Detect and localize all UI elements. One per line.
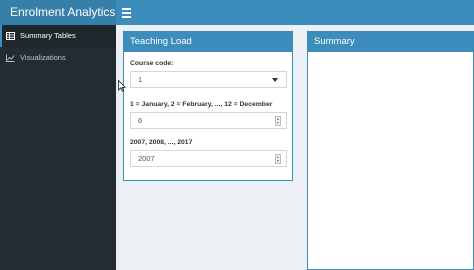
- caret-down-icon: [272, 78, 278, 82]
- sidebar-item-label: Summary Tables: [20, 31, 76, 40]
- year-value: 2007: [138, 154, 155, 163]
- month-label: 1 = January, 2 = February, ..., 12 = Dec…: [130, 101, 273, 108]
- line-chart-icon: [6, 54, 15, 62]
- summary-title: Summary: [308, 32, 473, 52]
- table-icon: [6, 32, 15, 40]
- course-code-value: 1: [138, 75, 143, 84]
- spinner-icon[interactable]: [275, 154, 281, 164]
- app-title: Enrolment Analytics: [0, 0, 116, 25]
- month-input[interactable]: 6: [130, 112, 287, 129]
- month-value: 6: [138, 116, 143, 125]
- year-input[interactable]: 2007: [130, 150, 287, 167]
- course-code-select[interactable]: 1: [130, 71, 287, 88]
- sidebar-item-summary-tables[interactable]: Summary Tables: [0, 25, 116, 47]
- top-navbar: [116, 0, 474, 25]
- spinner-icon[interactable]: [275, 116, 281, 126]
- teaching-load-box: Teaching Load Course code: 1 1 = January…: [123, 31, 293, 181]
- mouse-cursor-icon: [118, 80, 126, 92]
- sidebar-item-label: Visualizations: [20, 53, 66, 62]
- year-label: 2007, 2008, ..., 2017: [130, 139, 193, 146]
- sidebar: Summary Tables Visualizations: [0, 25, 116, 270]
- sidebar-toggle-icon[interactable]: [122, 6, 131, 18]
- summary-box: Summary: [307, 31, 474, 270]
- teaching-load-title: Teaching Load: [124, 32, 292, 52]
- sidebar-item-visualizations[interactable]: Visualizations: [0, 47, 116, 69]
- course-code-label: Course code:: [130, 60, 174, 67]
